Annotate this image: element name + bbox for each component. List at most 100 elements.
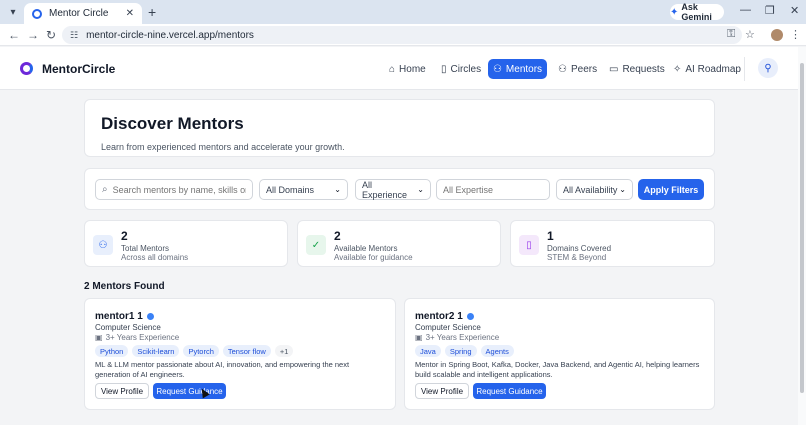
browser-menu-icon[interactable]: ⋮ [790, 28, 801, 41]
more-tags-badge: +1 [274, 345, 294, 357]
nav-home[interactable]: ⌂ Home [383, 59, 432, 79]
skill-tags: Java Spring Agents [415, 345, 514, 357]
availability-select-value: All Availability [563, 184, 618, 195]
search-field[interactable]: ⌕ [95, 179, 253, 200]
hero-card: Discover Mentors Learn from experienced … [84, 99, 715, 157]
book-icon: ▯ [441, 63, 447, 75]
mentor-experience-text: 3+ Years Experience [425, 333, 500, 342]
mentor-name[interactable]: mentor2 1 [415, 311, 474, 322]
mentor-card: mentor1 1 Computer Science ▣ 3+ Years Ex… [84, 298, 396, 410]
expertise-input[interactable] [443, 184, 543, 195]
mentor-bio: Mentor in Spring Boot, Kafka, Docker, Ja… [415, 360, 700, 379]
browser-tab[interactable]: Mentor Circle ✕ [24, 3, 142, 24]
sparkles-icon: ✧ [673, 63, 682, 75]
mentor-experience-text: 3+ Years Experience [105, 333, 180, 342]
stat-sub: Available for guidance [334, 253, 413, 262]
stat-card-domains: ▯ 1 Domains Covered STEM & Beyond [510, 220, 715, 267]
results-count: 2 Mentors Found [84, 281, 165, 292]
skill-tag: Tensor flow [222, 345, 271, 357]
mentor-name-text: mentor1 1 [95, 311, 143, 322]
stat-card-total: ⚇ 2 Total Mentors Across all domains [84, 220, 288, 267]
view-profile-button[interactable]: View Profile [95, 383, 149, 399]
experience-select[interactable]: All Experience ⌄ [355, 179, 431, 200]
page-subtitle: Learn from experienced mentors and accel… [101, 142, 345, 152]
user-icon: ⚲ [764, 62, 772, 74]
request-guidance-button[interactable]: Request Guidance [153, 383, 226, 399]
profile-avatar[interactable] [771, 29, 783, 41]
users-icon: ⚇ [492, 63, 502, 75]
domain-select[interactable]: All Domains ⌄ [259, 179, 348, 200]
page-scrollbar[interactable] [798, 47, 806, 425]
domain-select-value: All Domains [266, 184, 315, 195]
favicon-icon [32, 8, 42, 19]
skill-tag: Scikit-learn [132, 345, 180, 357]
nav-ai-roadmap[interactable]: ✧ AI Roadmap [667, 59, 747, 79]
nav-mentors-label: Mentors [505, 63, 543, 75]
restore-icon[interactable]: ❐ [765, 4, 775, 17]
skill-tag: Spring [444, 345, 477, 357]
user-menu-button[interactable]: ⚲ [758, 58, 778, 78]
mentor-domain: Computer Science [95, 323, 161, 332]
request-guidance-button[interactable]: Request Guidance [473, 383, 546, 399]
chevron-down-icon: ⌄ [619, 185, 626, 194]
nav-circles-label: Circles [450, 63, 482, 75]
browser-toolbar: ← → ↻ ☷ mentor-circle-nine.vercel.app/me… [0, 24, 806, 46]
mentor-card: mentor2 1 Computer Science ▣ 3+ Years Ex… [404, 298, 715, 410]
bookmark-star-icon[interactable]: ☆ [745, 28, 755, 41]
stat-value: 2 [334, 229, 341, 243]
nav-ai-roadmap-label: AI Roadmap [685, 63, 741, 75]
new-tab-icon[interactable]: + [148, 4, 156, 20]
search-icon: ⌕ [102, 184, 108, 195]
close-tab-icon[interactable]: ✕ [126, 8, 134, 19]
ask-gemini-button[interactable]: ✦ Ask Gemini [670, 2, 724, 22]
chevron-down-icon: ⌄ [334, 185, 341, 194]
stat-label: Total Mentors [121, 244, 170, 253]
stat-label: Domains Covered [547, 244, 612, 253]
tab-search-icon[interactable]: ▾ [6, 5, 20, 19]
nav-requests[interactable]: ▭ Requests [603, 59, 671, 79]
brand-name[interactable]: MentorCircle [42, 62, 115, 76]
home-icon: ⌂ [389, 63, 396, 75]
stat-sub: Across all domains [121, 253, 189, 262]
mentor-domain: Computer Science [415, 323, 481, 332]
book-open-icon: ▯ [519, 235, 539, 255]
skill-tag: Pytorch [183, 345, 219, 357]
close-window-icon[interactable]: ✕ [790, 4, 799, 17]
message-icon: ▭ [609, 63, 619, 75]
briefcase-icon: ▣ [415, 333, 423, 342]
nav-divider [744, 57, 745, 81]
skill-tag: Java [415, 345, 441, 357]
browser-tabstrip: ▾ Mentor Circle ✕ + ✦ Ask Gemini — ❐ ✕ [0, 0, 806, 24]
reload-icon[interactable]: ↻ [46, 28, 56, 42]
scrollbar-thumb[interactable] [800, 63, 804, 393]
apply-filters-button[interactable]: Apply Filters [638, 179, 704, 200]
password-key-icon[interactable]: ⚿ [727, 28, 735, 41]
nav-mentors[interactable]: ⚇ Mentors [488, 59, 547, 79]
nav-peers[interactable]: ⚇ Peers [552, 59, 603, 79]
url-text: mentor-circle-nine.vercel.app/mentors [86, 29, 254, 41]
availability-select[interactable]: All Availability ⌄ [556, 179, 633, 200]
ask-gemini-label: Ask Gemini [681, 2, 712, 22]
back-icon[interactable]: ← [8, 28, 20, 42]
tab-title: Mentor Circle [49, 8, 109, 19]
expertise-field[interactable] [436, 179, 550, 200]
view-profile-button[interactable]: View Profile [415, 383, 469, 399]
forward-icon[interactable]: → [27, 28, 39, 42]
nav-peers-label: Peers [570, 63, 598, 75]
nav-circles[interactable]: ▯ Circles [435, 59, 487, 79]
stat-value: 1 [547, 229, 554, 243]
page-title: Discover Mentors [101, 114, 244, 133]
stat-card-available: ✓ 2 Available Mentors Available for guid… [297, 220, 501, 267]
skill-tags: Python Scikit-learn Pytorch Tensor flow … [95, 345, 294, 357]
address-bar[interactable]: ☷ mentor-circle-nine.vercel.app/mentors [62, 26, 742, 44]
mentor-name[interactable]: mentor1 1 [95, 311, 154, 322]
stat-label: Available Mentors [334, 244, 398, 253]
site-info-icon[interactable]: ☷ [70, 30, 78, 41]
user-check-icon: ✓ [306, 235, 326, 255]
briefcase-icon: ▣ [95, 333, 103, 342]
users-icon: ⚇ [558, 63, 567, 75]
search-input[interactable] [112, 184, 246, 195]
minimize-icon[interactable]: — [740, 4, 751, 16]
skill-tag: Agents [480, 345, 514, 357]
chevron-down-icon: ⌄ [417, 185, 424, 194]
